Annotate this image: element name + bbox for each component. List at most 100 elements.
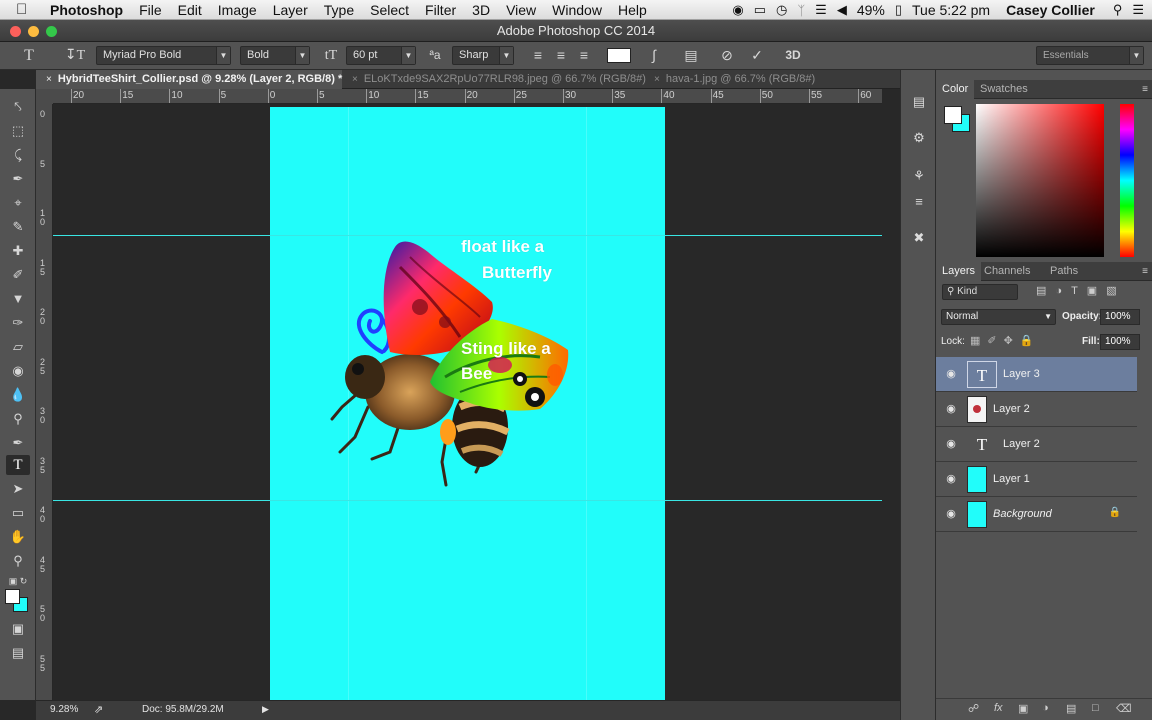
foreground-color-swatch[interactable]	[5, 589, 20, 604]
canvas-area[interactable]: float like a Butterfly Sting like a Bee	[53, 104, 882, 700]
hand-tool-icon[interactable]: ✋	[6, 527, 30, 547]
marquee-tool-icon[interactable]: ⬚	[6, 121, 30, 141]
anti-alias-dropdown[interactable]: Sharp ▼	[452, 46, 514, 65]
foreground-color-chip[interactable]	[944, 106, 962, 124]
menu-3d[interactable]: 3D	[464, 0, 498, 20]
brush-tool-icon[interactable]: ✐	[6, 265, 30, 285]
cancel-icon[interactable]: ⊘	[716, 46, 738, 65]
layer-name[interactable]: Layer 1	[993, 473, 1030, 485]
text-color-swatch[interactable]	[607, 48, 631, 63]
layer-filter-dropdown[interactable]: ⚲ Kind	[942, 284, 1018, 300]
history-brush-tool-icon[interactable]: ✑	[6, 313, 30, 333]
document-canvas[interactable]: float like a Butterfly Sting like a Bee	[270, 107, 665, 700]
close-tab-icon[interactable]: ×	[46, 74, 52, 85]
lock-position-icon[interactable]: ✥	[1004, 335, 1020, 347]
align-right-icon[interactable]: ≡	[574, 46, 594, 65]
path-selection-tool-icon[interactable]: ➤	[6, 479, 30, 499]
type-tool-preset-icon[interactable]: T	[14, 46, 44, 65]
menu-photoshop[interactable]: Photoshop	[38, 0, 131, 20]
layer-name[interactable]: Layer 2	[1003, 438, 1040, 450]
adjustment-layer-icon[interactable]: ◑	[1042, 702, 1049, 714]
toggle-orientation-icon[interactable]: ↧T	[64, 46, 86, 65]
new-group-icon[interactable]: ▤	[1066, 702, 1076, 715]
horizontal-guide[interactable]	[53, 500, 882, 501]
apple-menu-icon[interactable]: 	[16, 1, 38, 18]
export-icon[interactable]: ⇗	[94, 703, 103, 716]
visibility-eye-icon[interactable]: ◉	[944, 367, 958, 381]
hue-slider[interactable]	[1120, 104, 1134, 257]
record-icon[interactable]: ◉	[732, 2, 743, 18]
blur-tool-icon[interactable]: 💧	[6, 385, 30, 405]
layer-row-background[interactable]: ◉ Background 🔒	[936, 497, 1137, 532]
airplay-icon[interactable]: ▭	[754, 2, 766, 18]
horizontal-ruler[interactable]: 20 15 10 5 0 5 10 15 20 25 30 35 40 45 50 55 60	[53, 89, 882, 104]
time-machine-icon[interactable]: ◷	[776, 2, 787, 18]
panel-menu-icon[interactable]: ≡	[1142, 262, 1148, 281]
visibility-eye-icon[interactable]: ◉	[944, 402, 958, 416]
lock-transparent-icon[interactable]: ▦	[970, 335, 987, 347]
artwork-text-bee[interactable]: Bee	[461, 364, 492, 384]
crop-tool-icon[interactable]: ⌖	[6, 193, 30, 213]
spotlight-search-icon[interactable]: ⚲	[1113, 2, 1123, 18]
paint-bucket-tool-icon[interactable]: ◉	[6, 361, 30, 381]
clock[interactable]: Tue 5:22 pm	[912, 2, 990, 18]
filter-adjustment-icon[interactable]: ◑	[1055, 285, 1071, 297]
delete-layer-icon[interactable]: ⌫	[1116, 702, 1132, 715]
lock-all-icon[interactable]: 🔒	[1020, 335, 1041, 347]
volume-icon[interactable]: ◀	[837, 2, 847, 18]
quick-select-tool-icon[interactable]: ✒	[6, 169, 30, 189]
zoom-tool-icon[interactable]: ⚲	[6, 551, 30, 571]
menu-image[interactable]: Image	[210, 0, 265, 20]
new-layer-icon[interactable]: □	[1092, 702, 1099, 714]
tab-swatches[interactable]: Swatches	[974, 80, 1034, 99]
close-tab-icon[interactable]: ×	[352, 74, 358, 85]
visibility-eye-icon[interactable]: ◉	[944, 437, 958, 451]
add-mask-icon[interactable]: ▣	[1018, 702, 1028, 715]
menu-select[interactable]: Select	[362, 0, 417, 20]
screen-mode-icon[interactable]: ▤	[6, 643, 30, 663]
warp-text-icon[interactable]: ∫	[643, 46, 665, 65]
filter-shape-icon[interactable]: ▣	[1087, 285, 1106, 297]
eraser-tool-icon[interactable]: ▱	[6, 337, 30, 357]
quick-mask-icon[interactable]: ▣	[6, 619, 30, 639]
lasso-tool-icon[interactable]: ⤹	[6, 145, 30, 165]
visibility-eye-icon[interactable]: ◉	[944, 507, 958, 521]
layer-row-layer-2-image[interactable]: ◉ Layer 2	[936, 392, 1137, 427]
lock-image-icon[interactable]: ✐	[987, 335, 1003, 347]
tab-hybridteeshirt[interactable]: × HybridTeeShirt_Collier.psd @ 9.28% (Lay…	[36, 70, 342, 89]
minimize-window-button[interactable]	[28, 26, 39, 37]
adjustments-panel-icon[interactable]: ≡	[908, 192, 930, 212]
commit-icon[interactable]: ✓	[746, 46, 768, 65]
panel-menu-icon[interactable]: ≡	[1142, 80, 1148, 99]
zoom-window-button[interactable]	[46, 26, 57, 37]
layer-style-icon[interactable]: fx	[994, 702, 1003, 714]
font-size-dropdown[interactable]: 60 pt ▼	[346, 46, 416, 65]
menu-layer[interactable]: Layer	[265, 0, 316, 20]
bluetooth-icon[interactable]: ᛉ	[797, 3, 805, 18]
layer-row-layer-1[interactable]: ◉ Layer 1	[936, 462, 1137, 497]
properties-panel-icon[interactable]: ⚙	[908, 128, 930, 148]
tab-color[interactable]: Color	[936, 80, 975, 99]
menu-file[interactable]: File	[131, 0, 170, 20]
artwork-text-butterfly[interactable]: Butterfly	[482, 263, 552, 283]
link-layers-icon[interactable]: ☍	[968, 702, 979, 715]
opacity-field[interactable]: 100%	[1100, 309, 1140, 325]
layer-name[interactable]: Background	[993, 508, 1052, 520]
menu-edit[interactable]: Edit	[170, 0, 210, 20]
notification-center-icon[interactable]: ☰	[1132, 2, 1144, 18]
status-menu-arrow-icon[interactable]: ▶	[262, 704, 269, 715]
menu-help[interactable]: Help	[610, 0, 655, 20]
bee-butterfly-artwork[interactable]	[270, 107, 665, 700]
menu-type[interactable]: Type	[316, 0, 362, 20]
tab-elok-jpeg[interactable]: × ELoKTxde9SAX2RpUo77RLR98.jpeg @ 66.7% (…	[342, 70, 646, 89]
dodge-tool-icon[interactable]: ⚲	[6, 409, 30, 429]
artwork-text-float[interactable]: float like a	[461, 237, 544, 257]
battery-icon[interactable]: ▯	[895, 2, 902, 18]
menu-filter[interactable]: Filter	[417, 0, 464, 20]
move-tool-icon[interactable]: ⤣	[6, 97, 30, 117]
artwork-text-sting[interactable]: Sting like a	[461, 339, 551, 359]
battery-percent[interactable]: 49%	[857, 2, 885, 18]
3d-icon[interactable]: 3D	[780, 46, 806, 65]
tab-layers[interactable]: Layers	[936, 262, 982, 281]
user-name[interactable]: Casey Collier	[1006, 2, 1095, 18]
